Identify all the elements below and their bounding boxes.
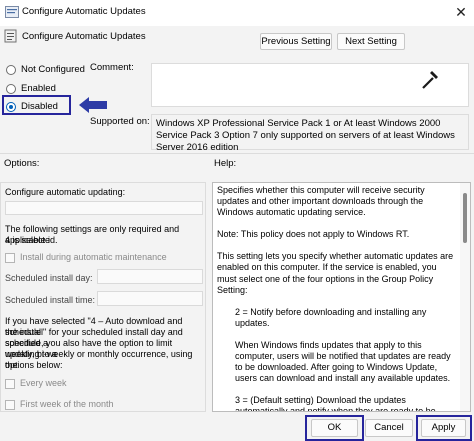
scroll-thumb[interactable] [463,193,467,243]
supported-on-label: Supported on: [90,116,150,127]
cancel-button[interactable]: Cancel [365,419,413,437]
policy-icon [5,6,19,18]
help-paragraph: 3 = (Default setting) Download the updat… [235,395,436,412]
title-bar: Configure Automatic Updates ✕ [0,0,474,26]
radio-indicator[interactable] [6,64,16,75]
options-label: Options: [4,158,40,169]
help-paragraph: This setting lets you specify whether au… [217,251,454,295]
previous-setting-button[interactable]: Previous Setting [260,33,332,50]
help-paragraph: Specifies whether this computer will rec… [217,185,425,218]
options-panel: Configure automatic updating: The follow… [0,182,206,412]
options-note-2: 4 is selected. [5,235,58,245]
radio-enabled[interactable]: Enabled [6,83,56,94]
every-week-checkbox[interactable] [5,378,15,389]
window-title: Configure Automatic Updates [22,6,146,17]
help-text: Specifies whether this computer will rec… [217,185,455,412]
radio-label: Not Configured [21,64,85,75]
hammer-cursor-icon [422,71,439,89]
disabled-highlight-box [2,95,71,115]
configure-updating-label: Configure automatic updating: [5,187,126,197]
ok-highlight-box [305,415,364,441]
install-maintenance-checkbox-row[interactable]: Install during automatic maintenance [5,252,205,263]
apply-highlight-box [416,415,472,441]
policy-name: Configure Automatic Updates [22,31,146,42]
radio-not-configured[interactable]: Not Configured [6,64,85,75]
first-week-row[interactable]: First week of the month [5,399,205,410]
install-maintenance-checkbox[interactable] [5,252,15,263]
divider [0,153,474,154]
help-label: Help: [214,158,237,169]
install-maintenance-label: Install during automatic maintenance [20,252,167,262]
help-panel[interactable]: Specifies whether this computer will rec… [212,182,471,412]
policy-setting-icon [4,29,17,43]
every-week-label: Every week [20,378,67,388]
help-paragraph: When Windows finds updates that apply to… [235,339,451,384]
radio-indicator[interactable] [6,83,16,94]
help-paragraph: 2 = Notify before downloading and instal… [235,306,427,328]
every-week-row[interactable]: Every week [5,378,205,389]
close-button[interactable]: ✕ [452,3,470,21]
schedule-para-5: options below: [5,360,63,370]
configure-updating-select[interactable] [5,201,203,215]
help-paragraph: Note: This policy does not apply to Wind… [217,229,410,240]
first-week-checkbox[interactable] [5,399,15,410]
first-week-label: First week of the month [20,399,114,409]
comment-label: Comment: [90,62,134,73]
scheduled-time-select[interactable] [97,291,203,306]
scheduled-day-select[interactable] [97,269,203,284]
radio-label: Enabled [21,83,56,94]
next-setting-button[interactable]: Next Setting [337,33,405,50]
arrow-left-icon [79,97,107,113]
supported-on-field: Windows XP Professional Service Pack 1 o… [151,114,469,153]
help-scrollbar[interactable] [460,183,470,411]
